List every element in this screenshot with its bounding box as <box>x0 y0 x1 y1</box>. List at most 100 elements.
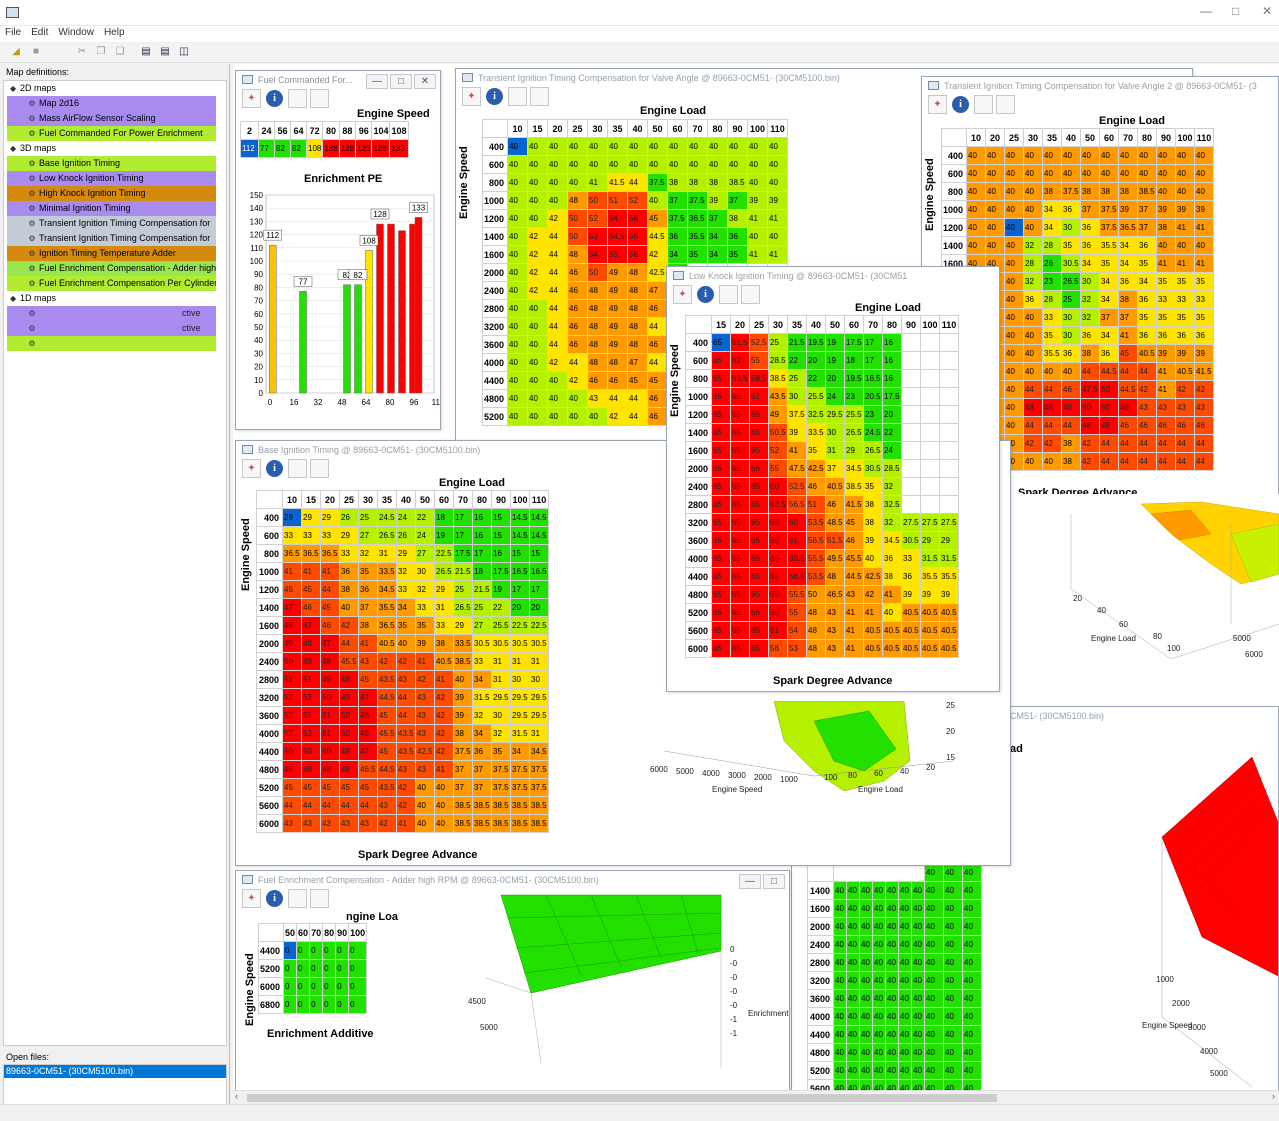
map-cell[interactable]: 40 <box>647 137 669 156</box>
map-cell[interactable]: 50 <box>320 742 340 761</box>
map-cell[interactable]: 42 <box>547 209 569 228</box>
map-cell[interactable]: 30 <box>787 387 807 406</box>
map-cell[interactable]: 37 <box>1118 308 1139 327</box>
map-cell[interactable]: 32 <box>1080 290 1101 309</box>
map-cell[interactable]: 40 <box>962 1061 982 1080</box>
map-cell[interactable]: 30.5 <box>491 634 511 653</box>
map-cell[interactable]: 40 <box>898 1061 912 1080</box>
bar[interactable] <box>269 244 277 394</box>
map-cell[interactable]: 40 <box>898 1043 912 1062</box>
map-cell[interactable]: 45 <box>301 778 321 797</box>
map-cell[interactable]: 34 <box>1099 290 1120 309</box>
map-cell[interactable]: 46 <box>1175 416 1196 435</box>
map-cell[interactable]: 34 <box>472 724 492 743</box>
column-header[interactable]: 50 <box>283 923 298 942</box>
map-cell[interactable]: 38 <box>453 724 473 743</box>
map-cell[interactable]: 44 <box>1042 380 1063 399</box>
map-cell[interactable]: 42 <box>434 706 454 725</box>
map-cell[interactable]: 39 <box>1194 200 1215 219</box>
map-cell[interactable]: 35 <box>1194 308 1215 327</box>
map-cell[interactable]: 40 <box>962 953 982 972</box>
map-cell[interactable]: 40 <box>872 989 886 1008</box>
map-cell[interactable]: 41 <box>358 634 378 653</box>
map-cell[interactable]: 40 <box>1004 326 1025 345</box>
map-cell[interactable]: 40 <box>943 881 963 900</box>
map-cell[interactable]: 123 <box>355 139 373 158</box>
base-ignition-grid[interactable]: 10 15 20 25 30 35 40 50 60 70 80 90 100 110 400 29 29 29 2… <box>256 490 549 833</box>
map-cell[interactable]: 65 <box>711 495 731 514</box>
map-cell[interactable]: 40 <box>527 389 549 408</box>
map-cell[interactable]: 37.5 <box>529 778 549 797</box>
map-cell[interactable]: 40 <box>507 155 529 174</box>
map-cell[interactable]: 35 <box>1137 254 1158 273</box>
map-cell[interactable]: 65 <box>730 549 750 568</box>
map-cell[interactable]: 46 <box>647 299 669 318</box>
map-cell[interactable]: 48 <box>1080 416 1101 435</box>
map-cell[interactable]: 40 <box>434 796 454 815</box>
map-cell[interactable]: 40 <box>1175 182 1196 201</box>
map-cell[interactable]: 40.5 <box>1175 362 1196 381</box>
map-cell[interactable]: 77 <box>258 139 275 158</box>
map-cell[interactable]: 53 <box>587 227 609 246</box>
map-cell[interactable]: 44 <box>547 317 569 336</box>
map-cell[interactable]: 41 <box>282 562 302 581</box>
map-cell[interactable]: 40 <box>747 173 769 192</box>
map-cell[interactable]: 40 <box>846 899 860 918</box>
row-header[interactable]: 4400 <box>685 567 712 586</box>
map-cell[interactable]: 42 <box>1023 434 1044 453</box>
map-cell[interactable]: 55 <box>607 245 629 264</box>
map-cell[interactable] <box>939 495 959 514</box>
map-cell[interactable]: 43 <box>1137 398 1158 417</box>
map-cell[interactable]: 44 <box>396 706 416 725</box>
map-cell[interactable]: 40 <box>985 164 1006 183</box>
map-cell[interactable]: 51 <box>282 670 302 689</box>
map-cell[interactable]: 45 <box>647 209 669 228</box>
map-cell[interactable]: 40 <box>527 209 549 228</box>
column-header[interactable]: 30 <box>768 315 788 334</box>
map-cell[interactable] <box>901 423 921 442</box>
map-cell[interactable]: 31.5 <box>939 549 959 568</box>
map-cell[interactable]: 46 <box>567 335 589 354</box>
map-cell[interactable]: 26.5 <box>453 598 473 617</box>
map-cell[interactable]: 40 <box>1023 362 1044 381</box>
map-cell[interactable]: 44.5 <box>377 760 397 779</box>
map-cell[interactable]: 40 <box>507 245 529 264</box>
map-cell[interactable]: 32 <box>358 544 378 563</box>
map-cell[interactable]: 40 <box>872 971 886 990</box>
map-cell[interactable]: 42 <box>1194 380 1215 399</box>
map-cell[interactable]: 29 <box>434 580 454 599</box>
map-cell[interactable]: 40 <box>859 953 873 972</box>
map-cell[interactable]: 48 <box>282 760 302 779</box>
map-cell[interactable]: 46 <box>1194 416 1215 435</box>
map-cell[interactable]: 35 <box>1061 236 1082 255</box>
map-cell[interactable]: 40 <box>966 200 987 219</box>
map-cell[interactable]: 40 <box>1004 164 1025 183</box>
map-cell[interactable]: 54.5 <box>607 227 629 246</box>
map-cell[interactable]: 40 <box>872 1007 886 1026</box>
row-header[interactable]: 5200 <box>807 1061 834 1080</box>
map-cell[interactable]: 32 <box>1080 308 1101 327</box>
column-header[interactable]: 110 <box>529 490 549 509</box>
map-cell[interactable]: 40 <box>1175 146 1196 165</box>
row-header[interactable]: 400 <box>685 333 712 352</box>
map-cell[interactable]: 33 <box>1194 290 1215 309</box>
surface-plot-area[interactable]: 20 40 60 Engine Load 80 100 5000 6000 <box>1001 494 1279 706</box>
map-cell[interactable]: 40 <box>872 1061 886 1080</box>
map-cell[interactable]: 30 <box>1061 218 1082 237</box>
map-cell[interactable]: 29 <box>282 508 302 527</box>
document-icon[interactable] <box>974 95 993 114</box>
map-cell[interactable]: 65 <box>749 441 769 460</box>
map-cell[interactable]: 40.5 <box>939 639 959 658</box>
tree-item[interactable]: ⚙ Ignition Timing Temperature Adder <box>7 246 216 261</box>
map-cell[interactable]: 40 <box>846 989 860 1008</box>
map-cell[interactable]: 37 <box>472 778 492 797</box>
map-cell[interactable]: 40 <box>415 778 435 797</box>
map-cell[interactable]: 26 <box>339 508 359 527</box>
row-header[interactable]: 1200 <box>685 405 712 424</box>
map-cell[interactable]: 40.5 <box>901 639 921 658</box>
map-cell[interactable]: 112 <box>240 139 259 158</box>
map-cell[interactable]: 34 <box>510 742 530 761</box>
row-header[interactable]: 2800 <box>481 299 509 318</box>
map-cell[interactable]: 24 <box>396 508 416 527</box>
map-cell[interactable]: 31 <box>491 652 511 671</box>
